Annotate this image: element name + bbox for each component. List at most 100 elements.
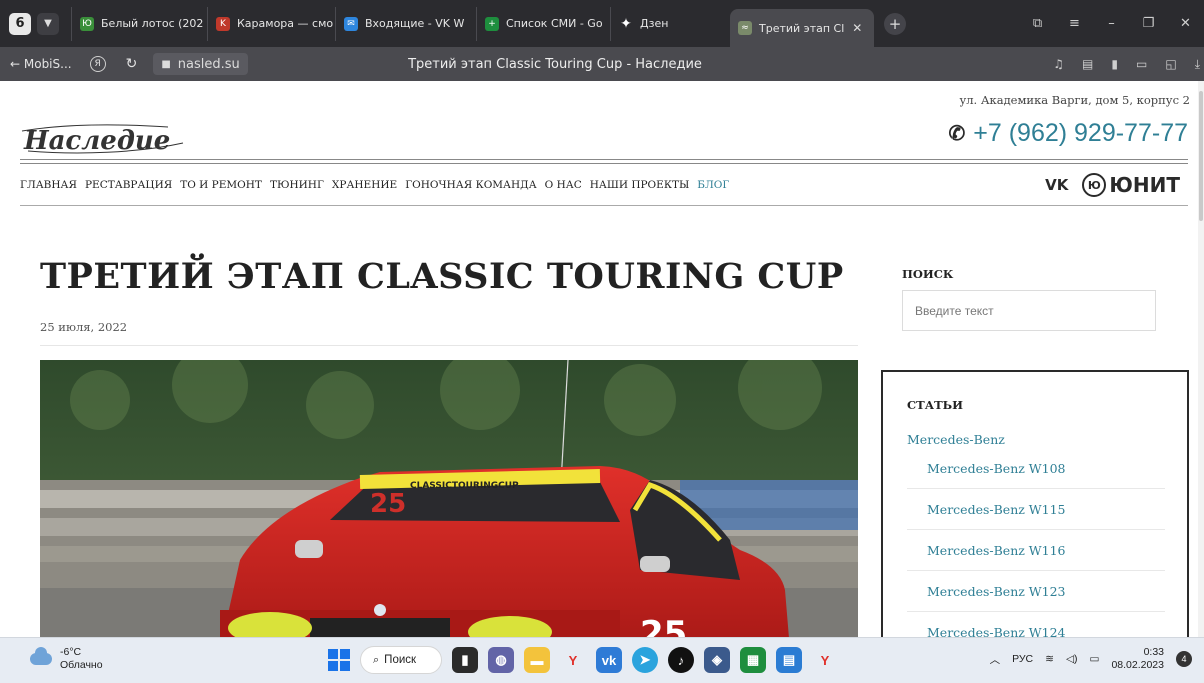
new-tab-button[interactable]: + xyxy=(884,12,906,35)
nav-item-projects[interactable]: НАШИ ПРОЕКТЫ xyxy=(590,179,690,191)
articles-title: СТАТЬИ xyxy=(907,398,963,412)
tab-label: Белый лотос (202 xyxy=(101,17,204,30)
browser-tab-strip: 6 ▼ Ю Белый лотос (202 K Карамора — смо … xyxy=(0,0,1204,47)
weather-condition: Облачно xyxy=(60,659,103,671)
file-explorer-icon[interactable]: ▬ xyxy=(524,647,550,673)
volume-icon[interactable]: ◁) xyxy=(1066,653,1078,665)
tab-bely-lotos[interactable]: Ю Белый лотос (202 xyxy=(71,6,207,41)
minimize-icon[interactable]: – xyxy=(1093,16,1130,31)
tab-classic-touring[interactable]: ≈ Третий этап Cl ✕ xyxy=(730,9,874,47)
date-divider xyxy=(40,345,858,346)
header-divider-top xyxy=(20,159,1188,160)
address-bar: ← MobiS... Я ↻ ■ nasled.su Третий этап C… xyxy=(0,47,1204,81)
search-title: ПОИСК xyxy=(902,267,954,281)
tab-counter-button[interactable]: 6 xyxy=(9,12,31,35)
phone-icon: ✆ xyxy=(948,123,966,145)
vk-icon[interactable]: VK xyxy=(1045,176,1068,194)
reload-icon[interactable]: ↻ xyxy=(126,56,138,72)
logo-text: Наследие xyxy=(23,126,170,156)
article-link-w108[interactable]: Mercedes-Benz W108 xyxy=(907,448,1165,489)
article-link-w115[interactable]: Mercedes-Benz W115 xyxy=(907,489,1165,530)
yandex-icon[interactable]: Я xyxy=(89,56,106,72)
reader-icon[interactable]: ▤ xyxy=(1082,57,1093,71)
nav-item-service[interactable]: ТО И РЕМОНТ xyxy=(180,179,262,191)
vk-app-icon[interactable]: vk xyxy=(596,647,622,673)
menu-icon[interactable]: ≡ xyxy=(1056,16,1093,31)
tab-label: Дзен xyxy=(640,17,669,30)
phone-number[interactable]: ✆ +7 (962) 929-77-77 xyxy=(949,119,1189,148)
bookmark-icon[interactable]: ▮ xyxy=(1111,57,1118,71)
car-number-windshield: 25 xyxy=(370,489,406,519)
download-icon[interactable]: ⤓ xyxy=(1195,57,1200,72)
battery-saver-icon[interactable]: ▭ xyxy=(1136,57,1147,71)
category-link-mercedes[interactable]: Mercedes-Benz xyxy=(907,432,1005,447)
article-list: Mercedes-Benz W108 Mercedes-Benz W115 Me… xyxy=(907,448,1165,637)
clock-time: 0:33 xyxy=(1143,646,1164,658)
weather-text: -6°C Облачно xyxy=(60,646,103,672)
tiktok-icon[interactable]: ♪ xyxy=(668,647,694,673)
close-icon[interactable]: ✕ xyxy=(852,21,862,35)
yandex-icon[interactable]: Y xyxy=(812,647,838,673)
nav-item-tuning[interactable]: ТЮНИНГ xyxy=(270,179,324,191)
weather-temp: -6°C xyxy=(60,646,82,658)
tab-vk-mail[interactable]: ✉ Входящие - VK W xyxy=(335,6,476,41)
tab-label: Список СМИ - Go xyxy=(506,17,603,30)
maximize-icon[interactable]: ❐ xyxy=(1130,16,1167,31)
telegram-icon[interactable]: ➤ xyxy=(632,647,658,673)
task-view-icon[interactable]: ▮ xyxy=(452,647,478,673)
taskbar: -6°C Облачно ⌕ Поиск ▮ ◍ ▬ Y vk ➤ ♪ ◈ ▦ … xyxy=(0,637,1204,683)
clock-date: 08.02.2023 xyxy=(1111,659,1164,671)
taskbar-apps: ⌕ Поиск ▮ ◍ ▬ Y vk ➤ ♪ ◈ ▦ ▤ Y xyxy=(328,646,838,674)
tab-list: Ю Белый лотос (202 K Карамора — смо ✉ Вх… xyxy=(71,0,906,47)
security-shield-icon[interactable]: ◈ xyxy=(704,647,730,673)
page-scrollbar[interactable] xyxy=(1198,81,1204,637)
close-window-icon[interactable]: ✕ xyxy=(1167,16,1204,31)
search-input[interactable] xyxy=(902,290,1156,331)
dzen-icon: ✦ xyxy=(620,15,632,32)
weather-widget[interactable]: -6°C Облачно xyxy=(30,646,103,672)
nav-item-racing-team[interactable]: ГОНОЧНАЯ КОМАНДА xyxy=(405,179,536,191)
lotus-icon: Ю xyxy=(80,16,94,31)
wifi-icon[interactable]: ≋ xyxy=(1045,653,1054,665)
nav-item-about[interactable]: О НАС xyxy=(545,179,582,191)
snapshot-icon[interactable]: ⧉ xyxy=(1019,16,1056,31)
nav-item-home[interactable]: ГЛАВНАЯ xyxy=(20,179,77,191)
nasledie-logo[interactable]: Наследие xyxy=(18,111,188,157)
nav-item-storage[interactable]: ХРАНЕНИЕ xyxy=(332,179,397,191)
start-icon[interactable] xyxy=(328,649,350,671)
taskbar-search[interactable]: ⌕ Поиск xyxy=(360,646,442,674)
tab-dzen[interactable]: ✦ Дзен xyxy=(610,6,730,41)
scrollbar-thumb[interactable] xyxy=(1199,91,1203,221)
back-button[interactable]: ← MobiS... xyxy=(10,57,72,71)
article-link-w116[interactable]: Mercedes-Benz W116 xyxy=(907,530,1165,571)
notes-icon[interactable]: ▤ xyxy=(776,647,802,673)
unit-partner-logo[interactable]: Ю ЮНИТ xyxy=(1082,173,1180,197)
clock[interactable]: 0:33 08.02.2023 xyxy=(1111,646,1164,672)
tab-smi-list[interactable]: + Список СМИ - Go xyxy=(476,6,610,41)
chevron-up-icon[interactable]: ︿ xyxy=(990,652,1001,667)
articles-widget: СТАТЬИ Mercedes-Benz Mercedes-Benz W108 … xyxy=(881,370,1189,637)
tab-karamora[interactable]: K Карамора — смо xyxy=(207,6,335,41)
notifications-badge[interactable]: 4 xyxy=(1176,651,1192,667)
yandex-browser-icon[interactable]: Y xyxy=(560,647,586,673)
nav-item-restoration[interactable]: РЕСТАВРАЦИЯ xyxy=(85,179,172,191)
system-tray: ︿ РУС ≋ ◁) ▭ 0:33 08.02.2023 4 xyxy=(990,646,1192,672)
headphones-icon[interactable]: ♫ xyxy=(1053,57,1064,71)
phone-text: +7 (962) 929-77-77 xyxy=(973,119,1188,147)
nav-item-blog[interactable]: БЛОГ xyxy=(697,179,729,191)
karamora-icon: K xyxy=(216,16,230,31)
language-indicator[interactable]: РУС xyxy=(1012,653,1033,665)
taskbar-search-label: Поиск xyxy=(384,654,417,666)
url-field[interactable]: ■ nasled.su xyxy=(153,53,248,75)
lock-icon: ■ xyxy=(161,58,171,70)
spreadsheet-icon[interactable]: ▦ xyxy=(740,647,766,673)
search-icon: ⌕ xyxy=(373,653,380,666)
header-divider-bottom xyxy=(20,205,1188,206)
chevron-down-icon[interactable]: ▼ xyxy=(37,12,59,35)
article-link-w124[interactable]: Mercedes-Benz W124 xyxy=(907,612,1165,638)
header-divider-top-2 xyxy=(20,163,1188,164)
extensions-icon[interactable]: ◱ xyxy=(1165,57,1176,71)
article-link-w123[interactable]: Mercedes-Benz W123 xyxy=(907,571,1165,612)
battery-icon[interactable]: ▭ xyxy=(1090,653,1100,665)
chat-icon[interactable]: ◍ xyxy=(488,647,514,673)
